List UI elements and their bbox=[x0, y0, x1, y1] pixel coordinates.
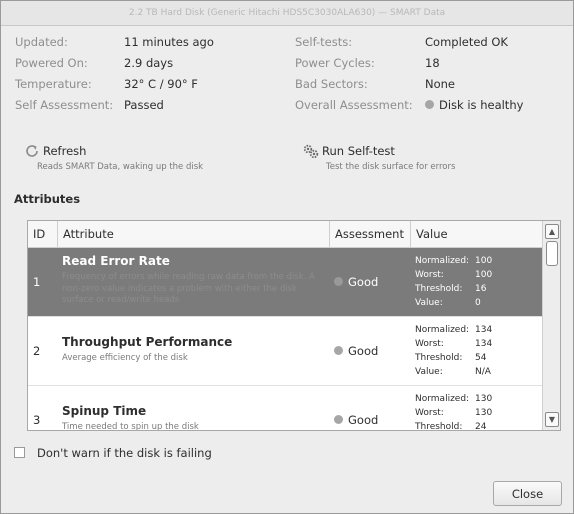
actions-bar: Refresh Reads SMART Data, waking up the … bbox=[23, 142, 573, 182]
threshold-key: Threshold: bbox=[415, 284, 463, 294]
worst-value: 130 bbox=[475, 408, 493, 418]
normalized-key: Normalized: bbox=[415, 256, 470, 266]
power-cycles-label: Power Cycles: bbox=[295, 56, 375, 70]
updated-value: 11 minutes ago bbox=[124, 35, 214, 49]
scroll-up-icon[interactable]: ▲ bbox=[545, 224, 559, 239]
table-row[interactable]: 2 Throughput Performance Average efficie… bbox=[28, 317, 542, 386]
normalized-value: 100 bbox=[475, 256, 493, 266]
status-dot-icon bbox=[334, 277, 343, 286]
row-id: 2 bbox=[33, 344, 41, 358]
scroll-down-icon[interactable]: ▼ bbox=[545, 412, 559, 427]
normalized-value: 134 bbox=[475, 325, 493, 335]
window-title: 2.2 TB Hard Disk (Generic Hitachi HDS5C3… bbox=[1, 1, 573, 26]
row-id: 3 bbox=[33, 413, 41, 427]
run-self-test-subtitle: Test the disk surface for errors bbox=[326, 162, 456, 172]
smart-data-dialog: 2.2 TB Hard Disk (Generic Hitachi HDS5C3… bbox=[0, 0, 574, 514]
raw-value: 0 bbox=[475, 298, 481, 308]
normalized-key: Normalized: bbox=[415, 394, 470, 404]
run-self-test-title: Run Self-test bbox=[322, 144, 395, 158]
refresh-subtitle: Reads SMART Data, waking up the disk bbox=[37, 162, 204, 172]
worst-key: Worst: bbox=[415, 270, 444, 280]
worst-key: Worst: bbox=[415, 408, 444, 418]
row-values: Normalized:130 Worst:130 Threshold:24 Va… bbox=[415, 392, 492, 430]
power-cycles-value: 18 bbox=[425, 56, 440, 70]
worst-value: 100 bbox=[475, 270, 493, 280]
info-row: Updated: 11 minutes ago Self-tests: Comp… bbox=[15, 35, 573, 56]
threshold-key: Threshold: bbox=[415, 422, 463, 430]
row-assessment-text: Good bbox=[348, 413, 379, 427]
refresh-title: Refresh bbox=[43, 144, 87, 158]
row-values: Normalized: 134 Worst: 134 Threshold: 54 Va… bbox=[415, 323, 492, 391]
powered-on-label: Powered On: bbox=[15, 56, 88, 70]
row-assessment-text: Good bbox=[348, 275, 379, 289]
dont-warn-checkbox[interactable]: Don't warn if the disk is failing bbox=[14, 446, 212, 460]
temperature-value: 32° C / 90° F bbox=[124, 77, 198, 91]
checkbox-icon[interactable] bbox=[14, 447, 25, 458]
disk-info-panel: Updated: 11 minutes ago Self-tests: Comp… bbox=[15, 35, 573, 119]
table-header: ID Attribute Assessment Value bbox=[28, 221, 542, 248]
gears-icon bbox=[303, 144, 319, 159]
normalized-value: 130 bbox=[475, 394, 493, 404]
threshold-key: Threshold: bbox=[415, 353, 463, 363]
status-dot-icon bbox=[334, 415, 343, 424]
threshold-value: 54 bbox=[475, 353, 487, 363]
updated-label: Updated: bbox=[15, 35, 68, 49]
table-row[interactable]: 3 Spinup Time Time needed to spin up the… bbox=[28, 386, 542, 430]
status-dot-icon bbox=[425, 100, 434, 109]
attributes-table: ID Attribute Assessment Value 1 Read Err… bbox=[27, 220, 561, 431]
info-row: Self Assessment: Passed Overall Assessme… bbox=[15, 98, 573, 119]
row-assessment: Good bbox=[334, 248, 378, 316]
attributes-heading: Attributes bbox=[14, 192, 81, 206]
row-id: 1 bbox=[33, 275, 41, 289]
self-tests-value: Completed OK bbox=[425, 35, 508, 49]
threshold-value: 24 bbox=[475, 422, 487, 430]
row-assessment: Good bbox=[334, 317, 378, 385]
info-row: Temperature: 32° C / 90° F Bad Sectors: … bbox=[15, 77, 573, 98]
column-header-id[interactable]: ID bbox=[28, 221, 57, 247]
dont-warn-label: Don't warn if the disk is failing bbox=[37, 446, 212, 460]
threshold-value: 16 bbox=[475, 284, 487, 294]
bad-sectors-label: Bad Sectors: bbox=[295, 77, 368, 91]
column-header-assessment[interactable]: Assessment bbox=[329, 221, 410, 247]
table-row[interactable]: 1 Read Error Rate Frequency of errors wh… bbox=[28, 248, 542, 317]
self-assessment-label: Self Assessment: bbox=[15, 98, 114, 112]
row-values: Normalized: 100 Worst: 100 Threshold: 16 Va… bbox=[415, 254, 492, 322]
overall-assessment: Disk is healthy bbox=[425, 98, 523, 112]
status-dot-icon bbox=[334, 346, 343, 355]
worst-key: Worst: bbox=[415, 339, 444, 349]
self-assessment-value: Passed bbox=[124, 98, 164, 112]
worst-value: 134 bbox=[475, 339, 493, 349]
powered-on-value: 2.9 days bbox=[124, 56, 174, 70]
temperature-label: Temperature: bbox=[15, 77, 92, 91]
bad-sectors-value: None bbox=[425, 77, 456, 91]
value-key: Value: bbox=[415, 367, 443, 377]
overall-assessment-label: Overall Assessment: bbox=[295, 98, 413, 112]
overall-assessment-value: Disk is healthy bbox=[439, 98, 524, 112]
normalized-key: Normalized: bbox=[415, 325, 470, 335]
row-assessment-text: Good bbox=[348, 344, 379, 358]
vertical-scrollbar[interactable]: ▲ ▼ bbox=[542, 221, 560, 430]
refresh-icon bbox=[26, 145, 38, 157]
column-header-value[interactable]: Value bbox=[410, 221, 542, 247]
close-button[interactable]: Close bbox=[493, 481, 562, 506]
row-attribute-description: Time needed to spin up the disk bbox=[62, 422, 199, 430]
info-row: Powered On: 2.9 days Power Cycles: 18 bbox=[15, 56, 573, 77]
value-key: Value: bbox=[415, 298, 443, 308]
self-tests-label: Self-tests: bbox=[295, 35, 353, 49]
table-body: 1 Read Error Rate Frequency of errors wh… bbox=[28, 248, 542, 430]
column-header-attribute[interactable]: Attribute bbox=[57, 221, 329, 247]
scrollbar-thumb[interactable] bbox=[546, 241, 558, 266]
row-assessment: Good bbox=[334, 386, 378, 430]
raw-value: N/A bbox=[475, 367, 491, 377]
